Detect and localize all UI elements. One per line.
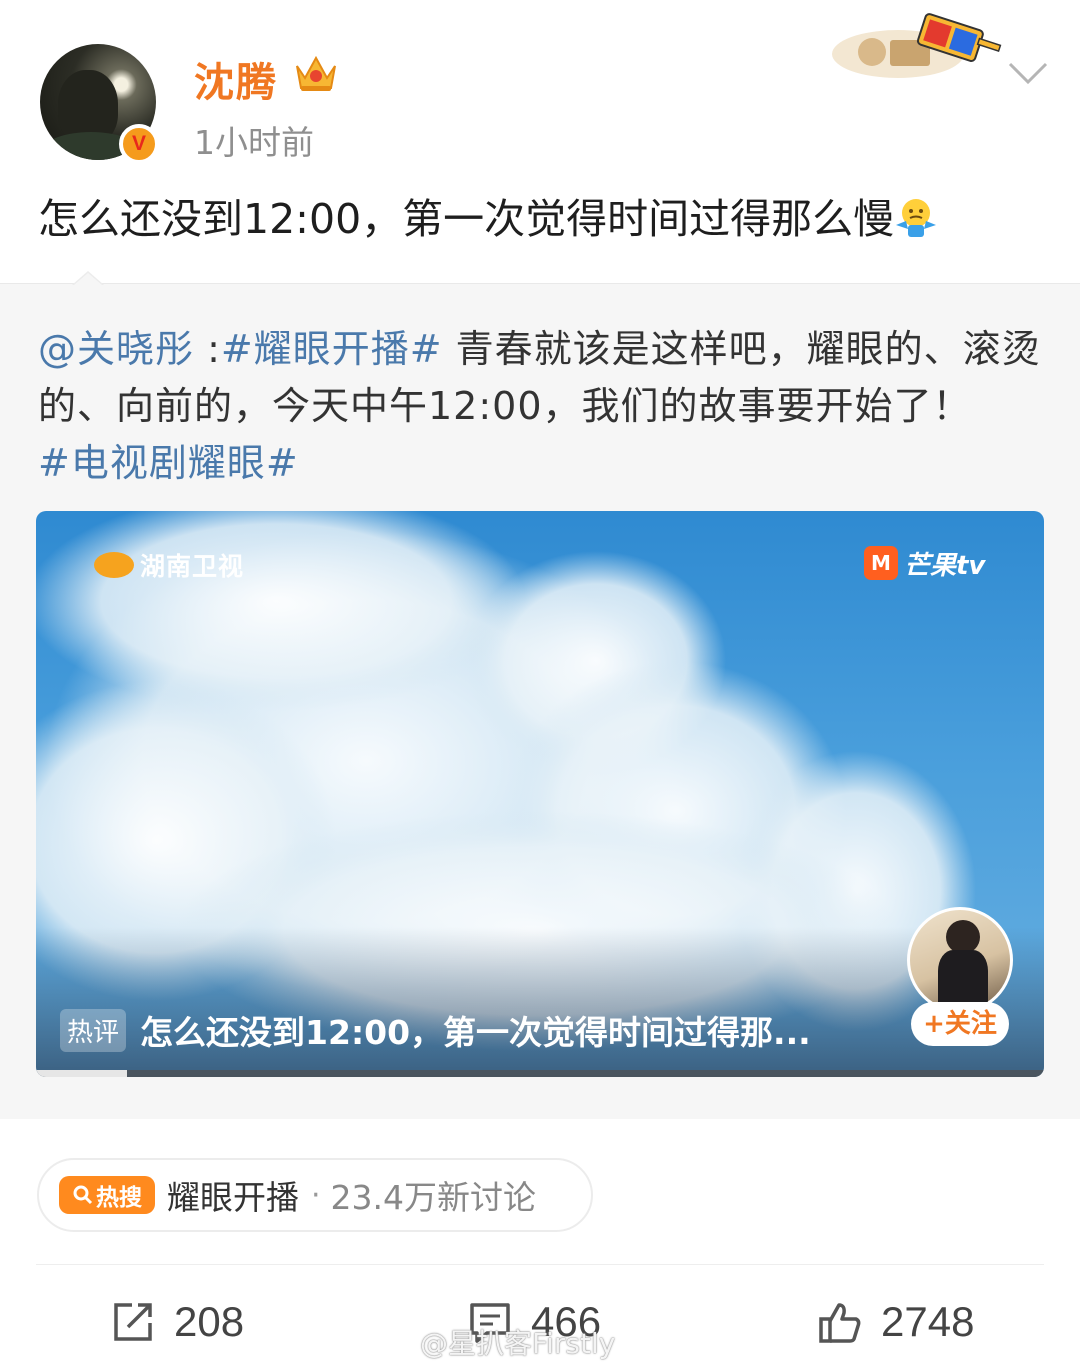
hot-comment[interactable]: 热评 怎么还没到12:00，第一次觉得时间过得那... (60, 1005, 811, 1055)
mention-colon: : (194, 327, 221, 371)
like-count: 2748 (881, 1298, 975, 1345)
hot-search-topic: 耀眼开播 (167, 1178, 299, 1217)
hot-search-separator: · (311, 1177, 321, 1213)
shrug-emoji-icon (896, 199, 937, 237)
verified-badge: V (119, 124, 159, 164)
video-progress-track[interactable] (36, 1070, 1044, 1077)
topic-link-drama[interactable]: #电视剧耀眼# (38, 441, 299, 485)
search-icon (73, 1185, 93, 1205)
action-divider (36, 1264, 1044, 1265)
hunan-tv-logo-text: 湖南卫视 (140, 552, 245, 581)
video-progress-fill (36, 1070, 127, 1077)
mango-tv-logo: M 芒果tv (864, 545, 985, 581)
card-decoration-icon (832, 13, 1002, 78)
post-timestamp: 1小时前 (194, 123, 314, 162)
hot-search-pill[interactable]: 热搜 耀眼开播 · 23.4万新讨论 (37, 1158, 593, 1232)
like-button[interactable]: 2748 (817, 1292, 974, 1352)
hunan-tv-logo: 湖南卫视 (94, 549, 244, 581)
mention-link[interactable]: @关晓彤 (38, 327, 194, 371)
hot-search-badge: 热搜 (59, 1176, 155, 1214)
guan-xiaotong-avatar[interactable] (907, 907, 1013, 1013)
post-header: V 沈腾 1小时前 (0, 0, 1080, 170)
follow-button[interactable]: +关注 (911, 1002, 1009, 1046)
repost-icon (114, 1303, 152, 1341)
author-name[interactable]: 沈腾 (194, 50, 278, 108)
mango-tv-mark-icon: M (864, 546, 898, 580)
hunan-tv-mark-icon (94, 552, 134, 578)
chevron-down-icon[interactable] (1004, 56, 1052, 90)
thumbs-up-icon (819, 1303, 861, 1343)
repost-text: @关晓彤 :#耀眼开播# 青春就该是这样吧，耀眼的、滚烫的、向前的，今天中午12… (38, 321, 1048, 492)
crown-icon (296, 55, 336, 91)
avatar-head (946, 920, 980, 954)
watermark: @星扒客Firstly (420, 1327, 616, 1360)
hot-search-count: 23.4万新讨论 (330, 1178, 537, 1217)
mango-tv-logo-text: 芒果tv (904, 550, 986, 581)
topic-link-kaibo[interactable]: #耀眼开播# (221, 327, 443, 371)
hot-search-badge-label: 热搜 (96, 1185, 142, 1211)
video-player[interactable]: 湖南卫视 M 芒果tv +关注 热评 怎么还没到12:00，第一次觉得时间过得那… (36, 511, 1044, 1077)
post-body: 怎么还没到12:00，第一次觉得时间过得那么慢 (38, 195, 895, 243)
repost-count: 208 (174, 1298, 245, 1345)
repost-notch-inner (74, 273, 102, 285)
hot-comment-text: 怎么还没到12:00，第一次觉得时间过得那... (140, 1013, 811, 1052)
repost-button[interactable]: 208 (110, 1292, 244, 1352)
post-text: 怎么还没到12:00，第一次觉得时间过得那么慢 (38, 190, 1048, 248)
hot-comment-tag: 热评 (60, 1008, 127, 1052)
